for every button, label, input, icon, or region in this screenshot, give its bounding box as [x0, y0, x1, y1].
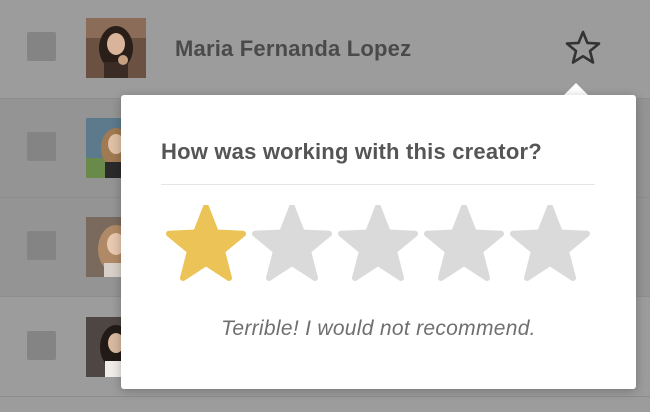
favorite-star-icon[interactable]: [564, 29, 602, 67]
avatar: [86, 18, 146, 78]
star-rating[interactable]: [164, 205, 594, 287]
select-checkbox[interactable]: [27, 32, 56, 61]
select-checkbox[interactable]: [27, 231, 56, 260]
creator-row[interactable]: Maria Fernanda Lopez: [0, 0, 650, 99]
rating-star-4-icon[interactable]: [422, 205, 506, 287]
rating-star-1-icon[interactable]: [164, 205, 248, 287]
rating-question: How was working with this creator?: [161, 139, 542, 164]
rating-popover: How was working with this creator? Terri…: [121, 95, 636, 389]
rating-description: Terrible! I would not recommend.: [221, 317, 536, 340]
creator-name[interactable]: Maria Fernanda Lopez: [175, 36, 411, 62]
rating-star-2-icon[interactable]: [250, 205, 334, 287]
divider: [161, 184, 595, 185]
rating-star-5-icon[interactable]: [508, 205, 592, 287]
rating-star-3-icon[interactable]: [336, 205, 420, 287]
select-checkbox[interactable]: [27, 331, 56, 360]
select-checkbox[interactable]: [27, 132, 56, 161]
